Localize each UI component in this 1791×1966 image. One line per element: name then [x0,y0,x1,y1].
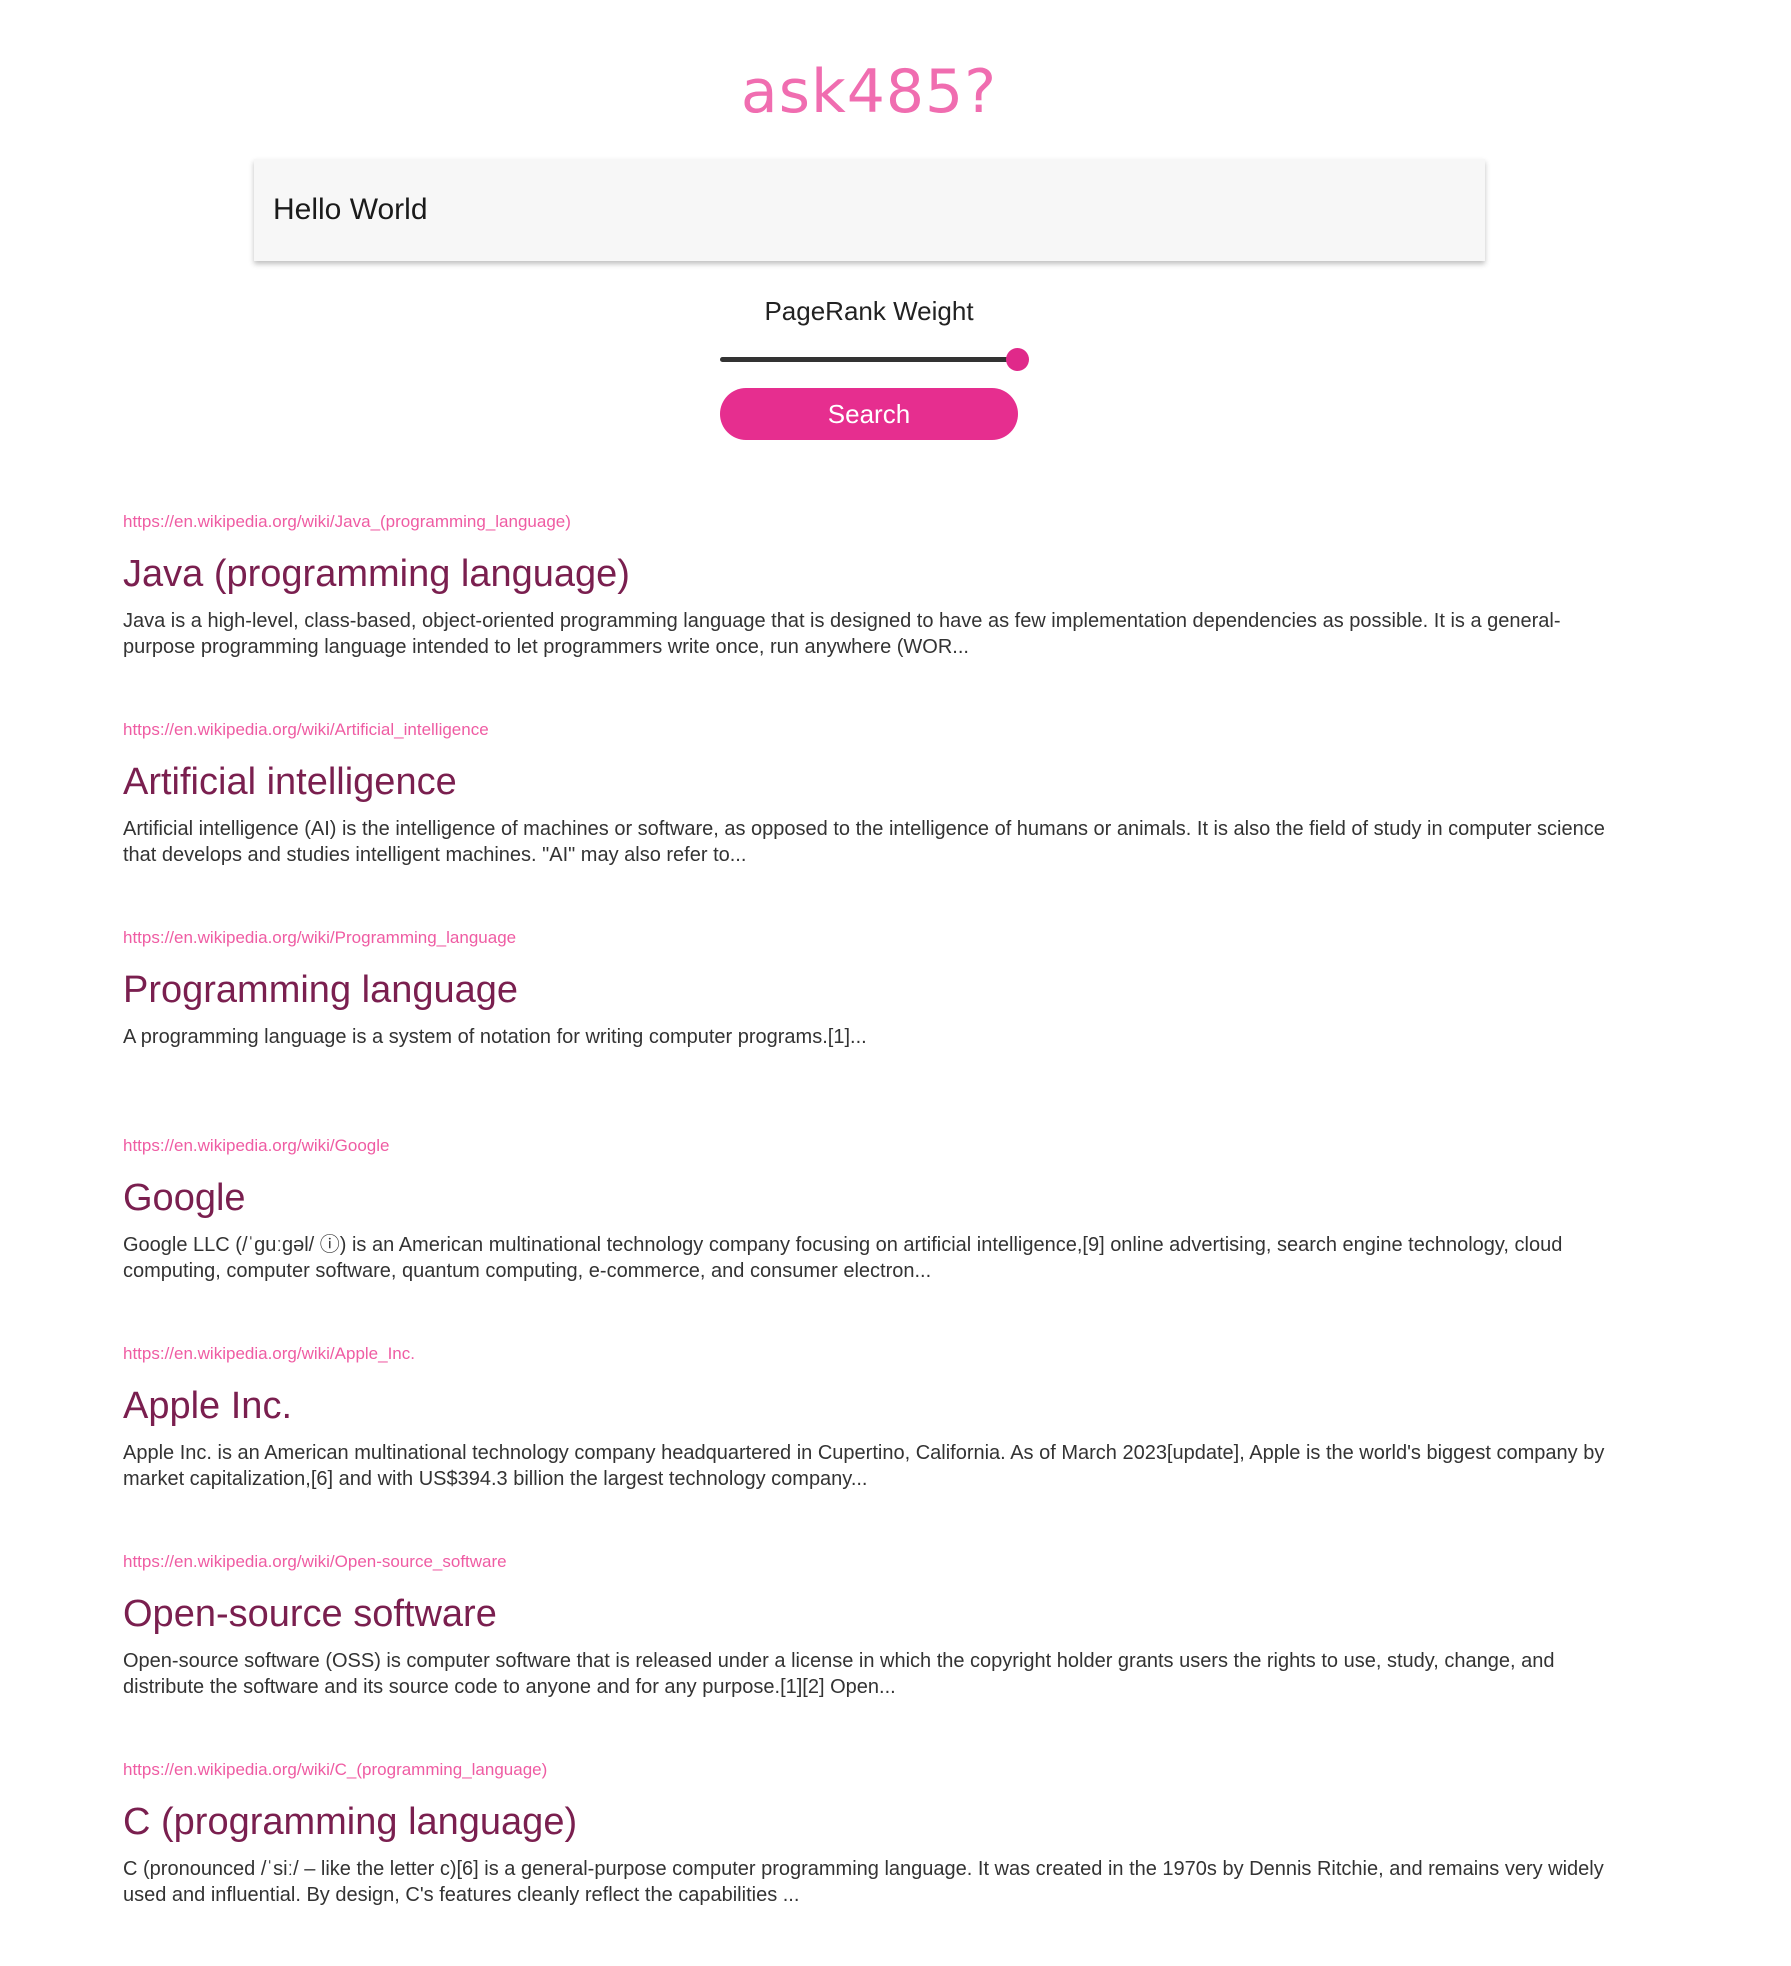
result-item: https://en.wikipedia.org/wiki/Apple_Inc.… [123,1342,1623,1550]
brand-logo[interactable]: ask485? [0,56,1738,128]
result-url[interactable]: https://en.wikipedia.org/wiki/Artificial… [123,718,1623,742]
result-item: https://en.wikipedia.org/wiki/Google Goo… [123,1134,1623,1342]
search-input[interactable] [254,159,1485,261]
result-item: https://en.wikipedia.org/wiki/Artificial… [123,718,1623,926]
result-snippet: Google LLC (/ˈɡuːɡəl/ ⓘ) is an American … [123,1234,1563,1282]
search-app: ask485? PageRank Weight Search https://e… [0,0,1791,1926]
result-title[interactable]: C (programming language) [123,1800,1623,1844]
result-url[interactable]: https://en.wikipedia.org/wiki/C_(program… [123,1758,1623,1782]
search-button[interactable]: Search [720,388,1018,440]
result-item: https://en.wikipedia.org/wiki/Java_(prog… [123,510,1623,718]
result-title[interactable]: Artificial intelligence [123,760,1623,804]
result-item: https://en.wikipedia.org/wiki/Programmin… [123,926,1623,1134]
result-title[interactable]: Java (programming language) [123,552,1623,596]
slider-track[interactable] [720,357,1018,362]
result-url[interactable]: https://en.wikipedia.org/wiki/Apple_Inc. [123,1342,1623,1366]
pagerank-weight-slider[interactable] [720,348,1029,371]
result-snippet: Apple Inc. is an American multinational … [123,1442,1605,1490]
result-title[interactable]: Google [123,1176,1623,1220]
result-snippet: Open-source software (OSS) is computer s… [123,1650,1555,1698]
results-list: https://en.wikipedia.org/wiki/Java_(prog… [123,510,1623,1966]
result-title[interactable]: Open-source software [123,1592,1623,1636]
result-title[interactable]: Programming language [123,968,1623,1012]
pagerank-weight-label: PageRank Weight [764,296,974,326]
result-snippet: A programming language is a system of no… [123,1026,867,1048]
slider-thumb[interactable] [1006,348,1029,371]
result-url[interactable]: https://en.wikipedia.org/wiki/Open-sourc… [123,1550,1623,1574]
result-snippet: Java is a high-level, class-based, objec… [123,610,1561,658]
result-url[interactable]: https://en.wikipedia.org/wiki/Google [123,1134,1623,1158]
result-url[interactable]: https://en.wikipedia.org/wiki/Java_(prog… [123,510,1623,534]
search-box [254,159,1485,261]
result-snippet: C (pronounced /ˈsiː/ – like the letter c… [123,1858,1604,1906]
result-url[interactable]: https://en.wikipedia.org/wiki/Programmin… [123,926,1623,950]
result-item: https://en.wikipedia.org/wiki/Open-sourc… [123,1550,1623,1758]
result-title[interactable]: Apple Inc. [123,1384,1623,1428]
result-snippet: Artificial intelligence (AI) is the inte… [123,818,1605,866]
result-item: https://en.wikipedia.org/wiki/C_(program… [123,1758,1623,1966]
